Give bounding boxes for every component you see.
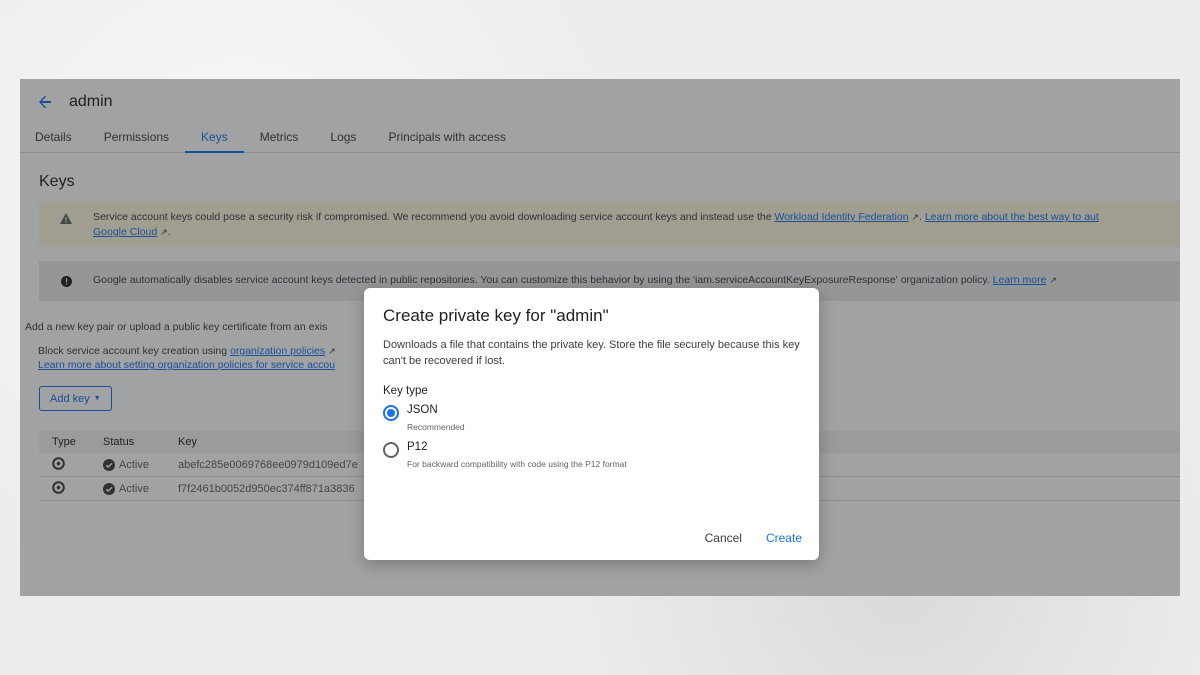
radio-json-sub: Recommended xyxy=(407,422,465,432)
cancel-button[interactable]: Cancel xyxy=(705,531,742,545)
radio-p12[interactable]: P12 For backward compatibility with code… xyxy=(383,441,800,469)
radio-p12-label: P12 xyxy=(407,441,428,453)
radio-p12-sub: For backward compatibility with code usi… xyxy=(407,459,627,469)
create-button[interactable]: Create xyxy=(766,531,802,545)
radio-json[interactable]: JSON Recommended xyxy=(383,404,800,432)
console-window: admin Details Permissions Keys Metrics L… xyxy=(20,79,1180,596)
key-type-label: Key type xyxy=(383,385,428,397)
dialog-actions: Cancel Create xyxy=(705,531,802,545)
radio-p12-control[interactable] xyxy=(383,442,399,458)
radio-json-label: JSON xyxy=(407,404,438,416)
dialog-description: Downloads a file that contains the priva… xyxy=(383,339,800,367)
dialog-title: Create private key for "admin" xyxy=(383,306,609,325)
radio-json-control[interactable] xyxy=(383,405,399,421)
create-key-dialog: Create private key for "admin" Downloads… xyxy=(364,288,819,560)
